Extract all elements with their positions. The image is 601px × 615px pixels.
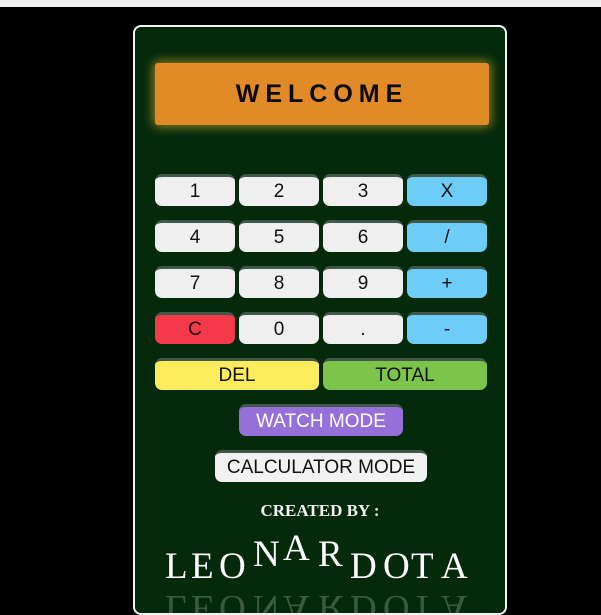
- key-multiply[interactable]: X: [407, 174, 487, 206]
- key-divide[interactable]: /: [407, 220, 487, 252]
- key-decimal[interactable]: .: [323, 312, 403, 344]
- key-3[interactable]: 3: [323, 174, 403, 206]
- author-letter-reflection: D: [350, 587, 377, 615]
- key-8[interactable]: 8: [239, 266, 319, 298]
- watch-mode-button[interactable]: WATCH MODE: [239, 404, 403, 436]
- author-letter: O: [219, 546, 246, 587]
- author-letter: E: [191, 546, 214, 587]
- key-0[interactable]: 0: [239, 312, 319, 344]
- author-letter: L: [165, 546, 188, 587]
- created-by-label: CREATED BY :: [260, 501, 380, 520]
- key-5[interactable]: 5: [239, 220, 319, 252]
- author-name: LEONARDOTA: [135, 527, 505, 587]
- author-name-reflection: LEONARDOTA: [135, 587, 505, 613]
- author-letter-reflection: T: [411, 587, 434, 615]
- author-letter: A: [441, 546, 468, 587]
- key-1[interactable]: 1: [155, 174, 235, 206]
- author-letter-reflection: E: [191, 587, 214, 615]
- author-letter-reflection: O: [219, 587, 246, 615]
- key-plus[interactable]: +: [407, 266, 487, 298]
- key-7[interactable]: 7: [155, 266, 235, 298]
- calculator-mode-button[interactable]: CALCULATOR MODE: [215, 450, 427, 482]
- author-letter: O: [383, 546, 410, 587]
- author-letter-reflection: N: [253, 587, 280, 615]
- key-4[interactable]: 4: [155, 220, 235, 252]
- author-letter: A: [283, 528, 310, 569]
- key-minus[interactable]: -: [407, 312, 487, 344]
- author-letter-reflection: L: [165, 587, 188, 615]
- author-letter: D: [350, 546, 377, 587]
- total-button[interactable]: TOTAL: [323, 358, 487, 390]
- calculator-display: WELCOME: [155, 63, 489, 125]
- author-letter: R: [318, 534, 343, 575]
- key-2[interactable]: 2: [239, 174, 319, 206]
- author-letter-reflection: A: [441, 587, 468, 615]
- browser-top-strip: [0, 0, 601, 7]
- key-9[interactable]: 9: [323, 266, 403, 298]
- calculator-card: WELCOME 1 2 3 X 4 5 6 / 7 8 9 + C 0 . - …: [133, 25, 507, 615]
- author-letter-reflection: R: [318, 587, 343, 615]
- key-6[interactable]: 6: [323, 220, 403, 252]
- delete-button[interactable]: DEL: [155, 358, 319, 390]
- key-clear[interactable]: C: [155, 312, 235, 344]
- author-letter-reflection: A: [283, 587, 310, 615]
- author-letter: N: [253, 534, 280, 575]
- author-letter: T: [411, 546, 434, 587]
- author-letter-reflection: O: [383, 587, 410, 615]
